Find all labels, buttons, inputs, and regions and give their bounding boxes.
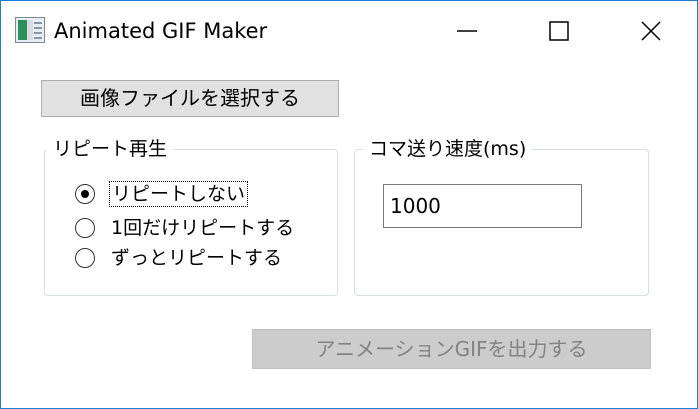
radio-circle[interactable] — [75, 218, 95, 238]
close-icon — [641, 21, 661, 41]
minimize-button[interactable] — [421, 1, 513, 61]
minimize-icon — [457, 30, 477, 32]
select-image-file-button[interactable]: 画像ファイルを選択する — [41, 80, 339, 117]
close-button[interactable] — [605, 1, 697, 61]
window-title: Animated GIF Maker — [54, 19, 268, 43]
frame-speed-input[interactable]: 1000 — [383, 184, 582, 228]
repeat-group-label: リピート再生 — [47, 137, 174, 161]
app-window: Animated GIF Maker 画像ファイルを選択する リピート再生 リピ… — [0, 0, 698, 409]
maximize-button[interactable] — [513, 1, 605, 61]
radio-circle[interactable] — [75, 184, 95, 204]
speed-group-label: コマ送り速度(ms) — [363, 137, 533, 161]
radio-label[interactable]: ずっとリピートする — [109, 245, 284, 271]
radio-label[interactable]: 1回だけリピートする — [109, 215, 296, 241]
maximize-icon — [549, 21, 569, 41]
radio-circle[interactable] — [75, 248, 95, 268]
app-icon — [15, 17, 45, 43]
title-bar[interactable]: Animated GIF Maker — [1, 1, 697, 61]
radio-selected-dot — [81, 190, 89, 198]
radio-label[interactable]: リピートしない — [109, 181, 249, 207]
output-gif-button[interactable]: アニメーションGIFを出力する — [252, 329, 651, 369]
